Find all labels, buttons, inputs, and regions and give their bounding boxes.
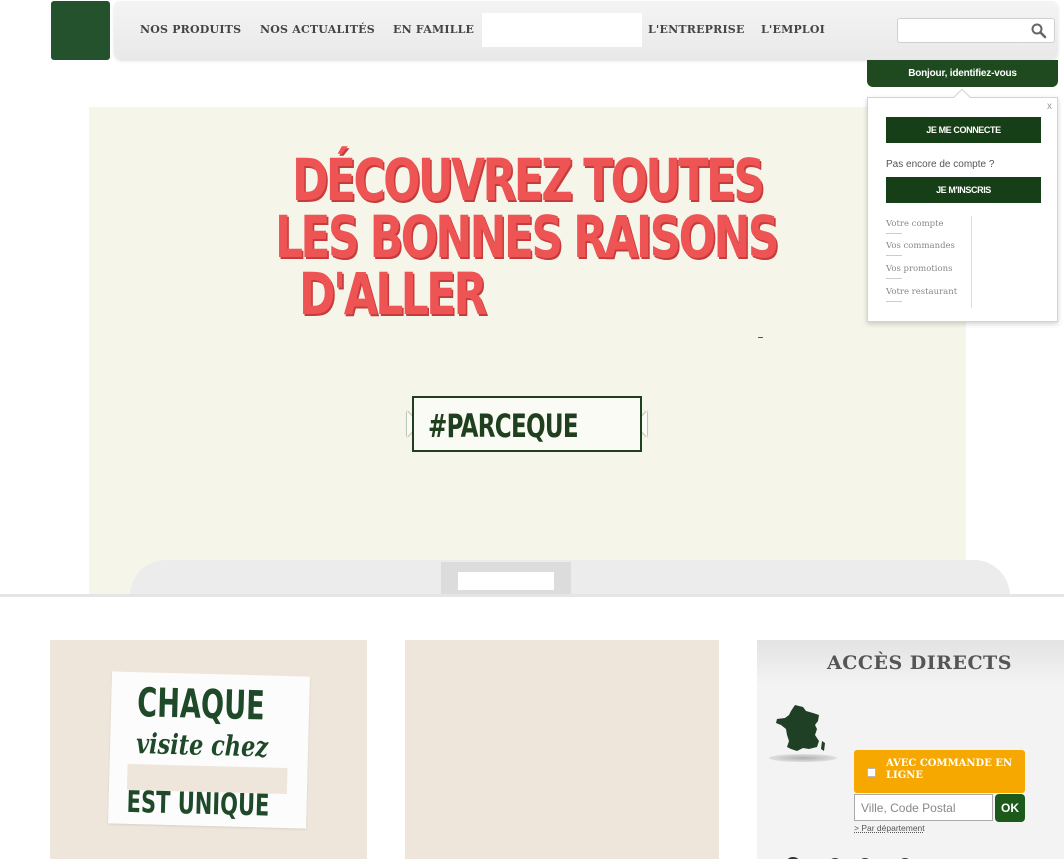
link-underline [886,278,902,279]
no-account-text: Pas encore de compte ? [886,159,995,170]
city-postal-input[interactable] [854,794,993,821]
online-order-checkbox[interactable] [867,768,876,777]
online-order-label: AVEC COMMANDE EN LIGNE [886,758,1013,781]
hero-banner[interactable]: DÉCOUVREZ TOUTES LES BONNES RAISONS D'AL… [89,107,966,594]
account-panel: x JE ME CONNECTE Pas encore de compte ? … [867,88,1058,322]
search-input[interactable] [898,19,1026,42]
nav-placeholder [482,13,642,47]
search-icon[interactable] [1030,22,1048,40]
visit-line-3: EST UNIQUE [126,784,270,824]
search-box [897,18,1055,43]
ok-button[interactable]: OK [995,794,1025,822]
panel-arrow [953,88,971,106]
promo-card-2[interactable] [405,640,719,859]
section-divider [0,594,1064,597]
department-link[interactable]: > Par département [854,823,925,833]
carousel-tab-inner [458,572,554,590]
link-votre-compte[interactable]: Votre compte [886,219,944,229]
link-vos-commandes[interactable]: Vos commandes [886,241,955,251]
link-vos-promotions[interactable]: Vos promotions [886,264,952,274]
site-logo[interactable] [51,1,110,60]
hero-title-line3: D'ALLER [299,260,487,328]
visit-line-1: CHAQUE [136,680,266,730]
panel-divider [971,216,972,308]
link-underline [886,255,902,256]
nav-item-actualites[interactable]: NOS ACTUALITÉS [260,23,375,36]
nav-item-produits[interactable]: NOS PRODUITS [140,23,241,36]
online-order-option[interactable]: AVEC COMMANDE EN LIGNE [854,750,1025,793]
link-underline [886,301,902,302]
link-underline [886,233,902,234]
nav-item-famille[interactable]: EN FAMILLE [393,23,474,36]
hashtag-text: #PARCEQUE [428,407,579,445]
access-panel: ACCÈS DIRECTS AVEC COMMANDE EN LIGNE OK … [757,640,1064,859]
nav-item-emploi[interactable]: L'EMPLOI [761,23,825,36]
access-title: ACCÈS DIRECTS [827,652,1012,674]
france-map-icon[interactable] [773,701,829,757]
visit-sign: CHAQUE visite chez EST UNIQUE [108,671,310,829]
hashtag-box: #PARCEQUE [412,396,642,452]
nav-item-entreprise[interactable]: L'ENTREPRISE [648,23,745,36]
visit-line-2: visite chez [135,727,269,764]
link-votre-restaurant[interactable]: Votre restaurant [886,287,957,297]
register-button[interactable]: JE M'INSCRIS [886,177,1041,203]
access-header: ACCÈS DIRECTS [757,640,1064,688]
hero-title-line1: DÉCOUVREZ TOUTES [292,146,765,214]
carousel-tab[interactable] [441,562,571,597]
hero-title-line2: LES BONNES RAISONS [275,203,779,271]
france-map-shadow [769,754,837,762]
account-tab[interactable]: Bonjour, identifiez-vous [867,60,1058,87]
hero-mark [758,337,763,338]
access-bottom-cut [785,853,935,859]
close-icon[interactable]: x [1047,101,1052,112]
login-button[interactable]: JE ME CONNECTE [886,117,1041,143]
hero-carousel-base [0,560,1064,597]
